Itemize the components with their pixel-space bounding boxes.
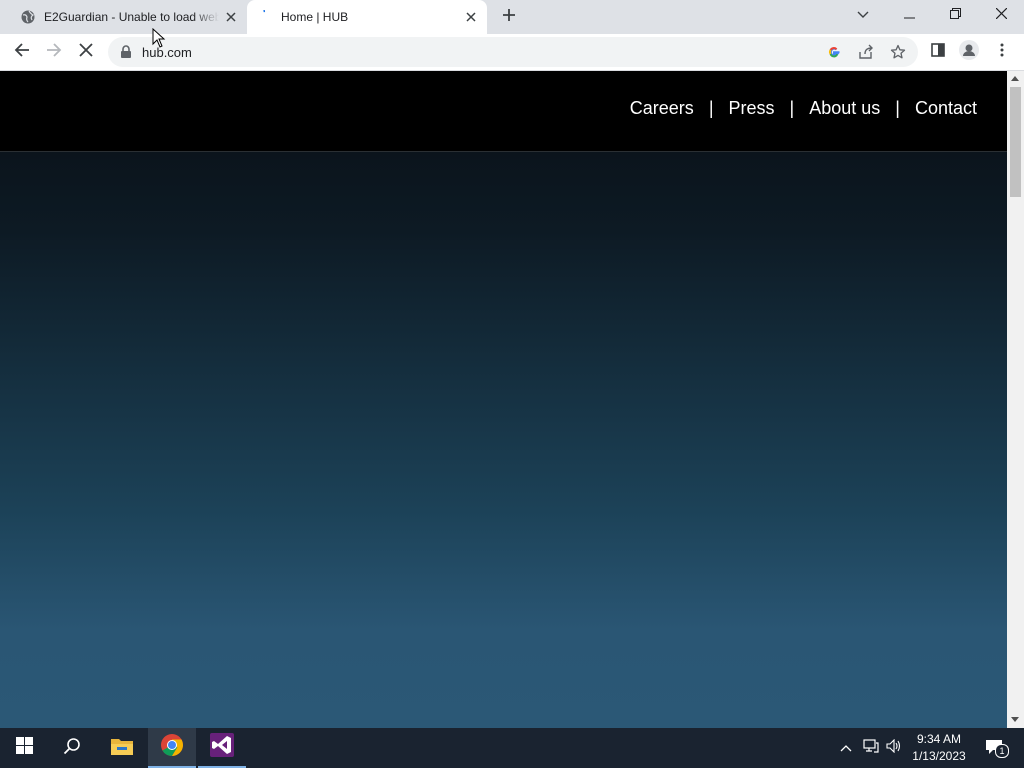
stop-button[interactable] [72, 38, 100, 66]
globe-icon [20, 9, 36, 25]
url-text[interactable]: hub.com [142, 45, 192, 60]
new-tab-button[interactable] [496, 5, 522, 29]
nav-about-us[interactable]: About us [809, 98, 880, 119]
google-icon[interactable] [822, 40, 846, 64]
loading-spinner-icon [257, 9, 273, 25]
taskbar-file-explorer[interactable] [98, 728, 146, 768]
profile-button[interactable] [955, 38, 983, 66]
network-tray[interactable] [860, 728, 882, 768]
plus-icon [502, 8, 516, 27]
menu-kebab-icon [1000, 43, 1004, 62]
share-icon[interactable] [854, 40, 878, 64]
minimize-button[interactable] [886, 0, 932, 30]
search-icon [63, 737, 81, 760]
volume-icon [886, 738, 902, 758]
nav-separator: | [708, 98, 714, 118]
site-nav: Careers | Press | About us | Contact [630, 98, 977, 119]
scroll-up-arrow-icon[interactable] [1011, 76, 1019, 81]
nav-careers[interactable]: Careers [630, 98, 694, 119]
close-tab-icon[interactable] [219, 5, 243, 29]
tab-search-button[interactable] [840, 0, 886, 30]
tab-search-chevron-icon [857, 6, 869, 24]
back-arrow-icon [14, 42, 30, 63]
scroll-down-arrow-icon[interactable] [1011, 717, 1019, 722]
restore-button[interactable] [932, 0, 978, 30]
forward-button[interactable] [40, 38, 68, 66]
back-button[interactable] [8, 38, 36, 66]
hero-section [0, 152, 1007, 728]
restore-icon [949, 6, 961, 24]
forward-arrow-icon [46, 42, 62, 63]
chevron-up-icon [840, 739, 852, 757]
tab-title: Home | HUB [281, 10, 349, 24]
minimize-icon [903, 6, 915, 24]
site-header: Careers | Press | About us | Contact [0, 71, 1007, 152]
mouse-cursor-icon [152, 27, 166, 53]
volume-tray[interactable] [884, 728, 904, 768]
close-window-button[interactable] [978, 0, 1024, 30]
notification-badge: 1 [995, 744, 1009, 758]
bookmark-star-icon[interactable] [886, 40, 910, 64]
windows-taskbar: 9:34 AM 1/13/2023 1 [0, 728, 1024, 768]
notification-icon: 1 [985, 739, 1009, 758]
nav-separator: | [895, 98, 900, 118]
file-explorer-icon [110, 736, 134, 761]
tab-title: E2Guardian - Unable to load web page [44, 10, 219, 24]
tab-e2guardian[interactable]: E2Guardian - Unable to load web page [8, 0, 247, 34]
clock-date: 1/13/2023 [912, 749, 966, 763]
lock-icon[interactable] [120, 45, 134, 59]
side-panel-icon [931, 42, 945, 62]
close-tab-icon[interactable] [459, 5, 483, 29]
taskbar-visual-studio[interactable] [198, 728, 246, 768]
taskbar-clock[interactable]: 9:34 AM 1/13/2023 [906, 731, 972, 765]
nav-contact[interactable]: Contact [915, 98, 977, 119]
taskbar-chrome[interactable] [148, 728, 196, 768]
tab-home-hub[interactable]: Home | HUB [247, 0, 487, 34]
taskbar-search-button[interactable] [48, 728, 96, 768]
profile-icon [959, 39, 979, 65]
show-hidden-icons[interactable] [836, 728, 856, 768]
visual-studio-icon [210, 732, 234, 762]
action-center-button[interactable]: 1 [978, 728, 1014, 768]
scrollbar-thumb[interactable] [1010, 87, 1021, 197]
stop-loading-icon [79, 42, 93, 62]
side-panel-button[interactable] [924, 38, 952, 66]
chrome-menu-button[interactable] [988, 38, 1016, 66]
chrome-icon [160, 733, 184, 762]
network-icon [863, 738, 879, 758]
windows-start-icon [15, 737, 33, 759]
close-icon [995, 6, 1007, 24]
page-scrollbar[interactable] [1007, 71, 1024, 728]
start-button[interactable] [0, 728, 48, 768]
clock-time: 9:34 AM [916, 732, 962, 746]
page-viewport: Careers | Press | About us | Contact [0, 71, 1007, 728]
address-bar[interactable]: hub.com [108, 37, 918, 67]
nav-press[interactable]: Press [729, 98, 775, 119]
nav-separator: | [789, 98, 795, 118]
